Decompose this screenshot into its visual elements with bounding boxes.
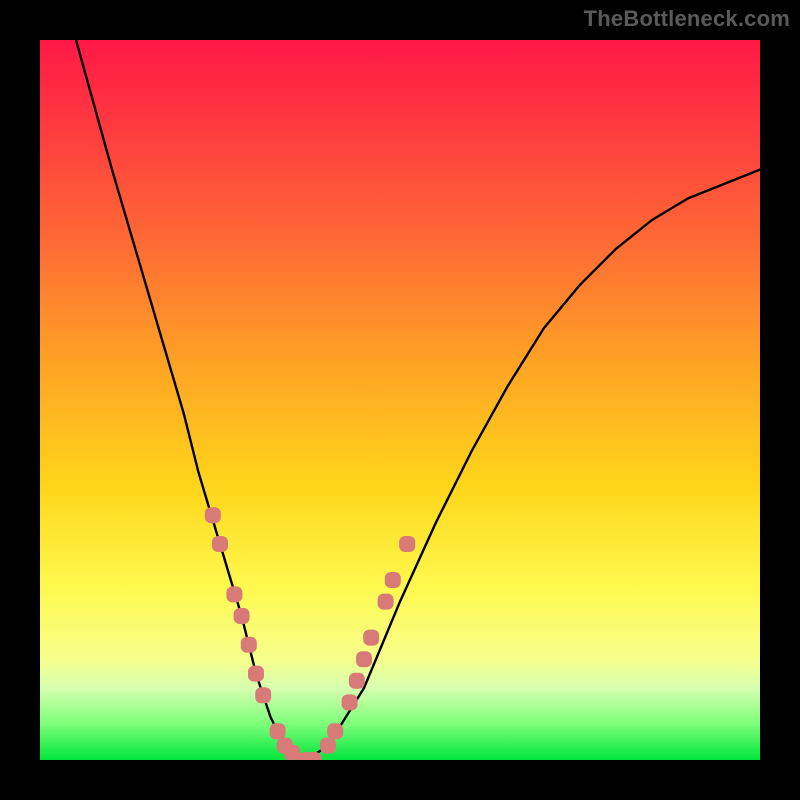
highlight-dot xyxy=(270,723,286,739)
highlight-dot xyxy=(234,608,250,624)
chart-root: TheBottleneck.com xyxy=(0,0,800,800)
bottleneck-curve xyxy=(76,40,760,760)
highlight-dot xyxy=(399,536,415,552)
highlight-dot xyxy=(320,738,336,754)
highlight-dot xyxy=(205,507,221,523)
highlight-dots xyxy=(205,507,415,760)
curve-layer xyxy=(40,40,760,760)
watermark-label: TheBottleneck.com xyxy=(584,6,790,32)
highlight-dot xyxy=(327,723,343,739)
highlight-dot xyxy=(248,666,264,682)
highlight-dot xyxy=(349,673,365,689)
highlight-dot xyxy=(212,536,228,552)
highlight-dot xyxy=(306,752,322,760)
highlight-dot xyxy=(385,572,401,588)
highlight-dot xyxy=(284,745,300,760)
highlight-dot xyxy=(363,630,379,646)
highlight-dot xyxy=(226,586,242,602)
highlight-dot xyxy=(255,687,271,703)
highlight-dot xyxy=(342,694,358,710)
highlight-dot xyxy=(241,637,257,653)
highlight-dot xyxy=(356,651,372,667)
plot-area xyxy=(40,40,760,760)
highlight-dot xyxy=(378,594,394,610)
